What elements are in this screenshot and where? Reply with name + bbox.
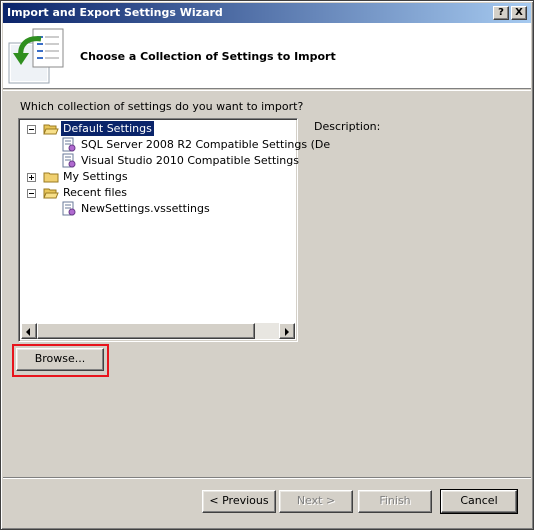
open-folder-icon — [43, 188, 59, 199]
tree-node-new-settings-file[interactable]: NewSettings.vssettings — [19, 201, 295, 217]
arrow-left-icon — [26, 328, 30, 336]
tree-node-my-settings[interactable]: My Settings — [19, 169, 295, 185]
settings-tree[interactable]: Default Settings SQL Server 2008 R2 Comp… — [18, 118, 330, 342]
tree-node-default-settings[interactable]: Default Settings — [19, 120, 295, 137]
horizontal-scrollbar[interactable] — [21, 323, 295, 339]
page-title: Choose a Collection of Settings to Impor… — [80, 50, 336, 63]
scroll-right-button[interactable] — [279, 323, 295, 339]
tree-node-label: Visual Studio 2010 Compatible Settings — [81, 154, 299, 167]
settings-file-icon — [62, 137, 76, 152]
tree-node-label: Recent files — [63, 186, 127, 199]
tree-node-sql-server-settings[interactable]: SQL Server 2008 R2 Compatible Settings (… — [19, 137, 330, 153]
tree-node-label: My Settings — [63, 170, 128, 183]
open-folder-icon — [43, 124, 59, 135]
next-button[interactable]: Next > — [279, 490, 353, 513]
settings-file-icon — [62, 153, 76, 168]
settings-file-icon — [62, 201, 76, 216]
header-divider — [3, 90, 531, 91]
scroll-left-button[interactable] — [21, 323, 37, 339]
tree-node-recent-files[interactable]: Recent files — [19, 185, 295, 201]
cancel-button[interactable]: Cancel — [440, 489, 518, 514]
tree-node-label: NewSettings.vssettings — [81, 202, 210, 215]
window-title: Import and Export Settings Wizard — [7, 6, 223, 19]
help-button[interactable]: ? — [493, 6, 509, 20]
arrow-right-icon — [285, 328, 289, 336]
collapse-toggle-icon[interactable] — [27, 125, 36, 134]
collapse-toggle-icon[interactable] — [27, 189, 36, 198]
close-button[interactable]: X — [511, 6, 527, 20]
import-settings-icon — [8, 28, 64, 84]
finish-button[interactable]: Finish — [358, 490, 432, 513]
title-bar[interactable]: Import and Export Settings Wizard ? X — [3, 3, 531, 23]
browse-button[interactable]: Browse... — [16, 348, 104, 371]
scrollbar-thumb[interactable] — [37, 323, 255, 339]
tree-node-label: SQL Server 2008 R2 Compatible Settings (… — [81, 138, 331, 151]
footer-divider-highlight — [3, 478, 531, 479]
wizard-header: Choose a Collection of Settings to Impor… — [3, 23, 531, 89]
question-label: Which collection of settings do you want… — [20, 100, 304, 113]
tree-node-vs2010-settings[interactable]: Visual Studio 2010 Compatible Settings — [19, 153, 299, 169]
tree-node-label: Default Settings — [60, 120, 155, 137]
previous-button[interactable]: < Previous — [202, 490, 276, 513]
description-label: Description: — [314, 120, 381, 133]
wizard-window: Import and Export Settings Wizard ? X Ch… — [0, 0, 534, 530]
expand-toggle-icon[interactable] — [27, 173, 36, 182]
folder-icon — [43, 172, 59, 183]
